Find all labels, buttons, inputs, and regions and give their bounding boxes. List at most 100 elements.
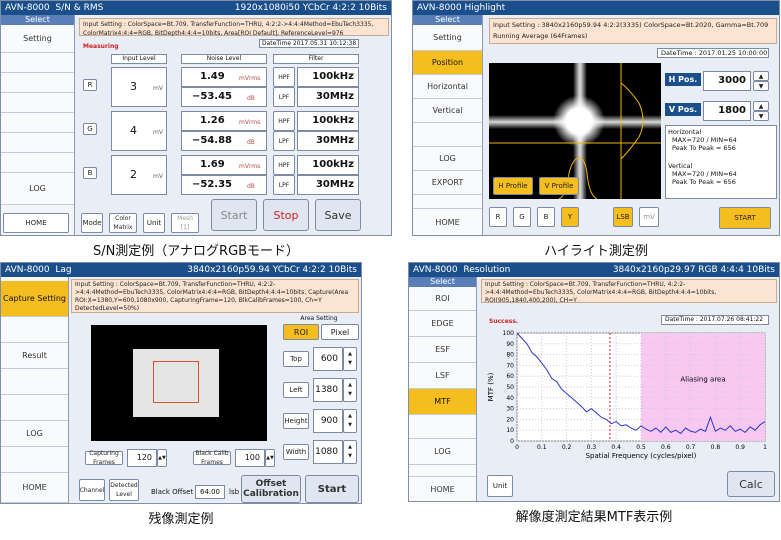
black-calib-frames-field[interactable]: 100: [235, 449, 265, 467]
channel-button[interactable]: Channel: [79, 479, 105, 501]
color-matrix-button[interactable]: Color Matrix: [109, 213, 137, 233]
sidebar-item-capture-setting[interactable]: Capture Setting: [1, 281, 68, 317]
y-tick-label: 40: [506, 395, 514, 402]
lsb-button[interactable]: LSB: [613, 207, 633, 227]
sidebar-item-esf[interactable]: ESF: [409, 337, 476, 363]
mtf-sidebar: Select ROI EDGE ESF LSF MTF LOG HOME: [409, 277, 477, 501]
capturing-frames-stepper[interactable]: ▲▼: [157, 449, 167, 467]
sidebar-item-position[interactable]: Position: [413, 51, 482, 75]
v-pos-field[interactable]: 1800: [703, 101, 751, 121]
detected-level-button[interactable]: Detected Level: [109, 479, 139, 501]
sidebar-item[interactable]: [1, 369, 68, 395]
area-field-value[interactable]: 1380: [313, 378, 343, 402]
save-button[interactable]: Save: [315, 199, 361, 231]
lpf-value[interactable]: 30MHz: [297, 131, 359, 151]
hpf-value[interactable]: 100kHz: [297, 155, 359, 175]
home-button[interactable]: HOME: [3, 213, 69, 233]
sidebar-item-lsf[interactable]: LSF: [409, 363, 476, 389]
input-level-unit: mV: [153, 85, 163, 92]
mode-name: Highlight: [464, 3, 506, 13]
lpf-value[interactable]: 30MHz: [297, 87, 359, 107]
h-pos-up-button[interactable]: ▲: [753, 71, 769, 81]
unit-button[interactable]: Unit: [487, 475, 513, 497]
sidebar-item[interactable]: [1, 395, 68, 421]
sidebar-item-log[interactable]: LOG: [1, 421, 68, 447]
sidebar-item-log[interactable]: LOG: [409, 439, 476, 465]
sidebar-item-home[interactable]: HOME: [409, 477, 476, 501]
sidebar-item[interactable]: [1, 113, 74, 133]
noise-level-header: Noise Level: [181, 54, 267, 64]
sidebar-item[interactable]: [413, 195, 482, 209]
sidebar-item-result[interactable]: Result: [1, 343, 68, 369]
area-field-label: Width: [283, 444, 309, 460]
channel-b-button[interactable]: B: [537, 207, 555, 227]
sidebar-item-log[interactable]: LOG: [1, 173, 74, 205]
sidebar-item-setting[interactable]: Setting: [1, 25, 74, 53]
start-button[interactable]: START: [719, 207, 771, 229]
sidebar-item[interactable]: [1, 93, 74, 113]
roi-tab[interactable]: ROI: [283, 324, 319, 340]
sidebar-item[interactable]: [1, 73, 74, 93]
sidebar-item-vertical[interactable]: Vertical: [413, 99, 482, 123]
sidebar-item[interactable]: [1, 317, 68, 343]
sidebar-item[interactable]: [1, 133, 74, 153]
calc-button[interactable]: Calc: [727, 471, 775, 497]
aliasing-area-label: Aliasing area: [680, 376, 725, 384]
area-field-value[interactable]: 600: [313, 347, 343, 371]
sidebar-item-log[interactable]: LOG: [413, 147, 482, 171]
sidebar-item-horizontal[interactable]: Horizontal: [413, 75, 482, 99]
offset-calibration-button[interactable]: Offset Calibration: [241, 475, 301, 503]
input-setting-info: Input Setting : 3840x2160p59.94 4:2:2(33…: [489, 18, 777, 44]
v-profile-button[interactable]: V Profile: [539, 177, 579, 195]
sidebar-item[interactable]: [409, 465, 476, 477]
hpf-value[interactable]: 100kHz: [297, 111, 359, 131]
sidebar-item-edge[interactable]: EDGE: [409, 311, 476, 337]
x-tick-label: 0.1: [537, 444, 547, 451]
sidebar-item[interactable]: [409, 415, 476, 439]
roi-area: [133, 349, 219, 417]
sidebar-item[interactable]: [413, 123, 482, 147]
area-field-stepper[interactable]: ▲ ▼: [343, 409, 357, 433]
area-field-value[interactable]: 900: [313, 409, 343, 433]
black-offset-field[interactable]: 64.00: [195, 485, 225, 499]
mode-button[interactable]: Mode: [81, 213, 103, 233]
lag-panel: AVN-8000 Lag 3840x2160p59.94 YCbCr 4:2:2 …: [0, 262, 362, 504]
pixel-tab[interactable]: Pixel: [321, 324, 359, 340]
mesh-button[interactable]: Mesh [1]: [171, 213, 199, 233]
black-calib-frames-stepper[interactable]: ▲▼: [265, 449, 275, 467]
area-field-stepper[interactable]: ▲ ▼: [343, 347, 357, 371]
x-axis-label: Spatial Frequency (cycles/pixel): [586, 452, 697, 460]
area-field-stepper[interactable]: ▲ ▼: [343, 378, 357, 402]
sidebar-item-export[interactable]: EXPORT: [413, 171, 482, 195]
channel-r-button[interactable]: R: [489, 207, 507, 227]
v-pos-down-button[interactable]: ▼: [753, 111, 769, 121]
area-field-value[interactable]: 1080: [313, 440, 343, 464]
h-pos-down-button[interactable]: ▼: [753, 81, 769, 91]
stop-button[interactable]: Stop: [263, 199, 309, 231]
v-pos-up-button[interactable]: ▲: [753, 101, 769, 111]
mtf-titlebar: AVN-8000 Resolution 3840x2160p29.97 RGB 4…: [409, 263, 779, 277]
sidebar-item[interactable]: [1, 153, 74, 173]
h-profile-button[interactable]: H Profile: [493, 177, 533, 195]
hpf-value[interactable]: 100kHz: [297, 67, 359, 87]
lpf-value[interactable]: 30MHz: [297, 175, 359, 195]
start-button[interactable]: Start: [211, 199, 257, 231]
sidebar-item-roi[interactable]: ROI: [409, 287, 476, 311]
sidebar-item-home[interactable]: HOME: [413, 209, 482, 235]
area-field-stepper[interactable]: ▲ ▼: [343, 440, 357, 464]
select-label: Select: [409, 277, 476, 287]
channel-y-button[interactable]: Y: [561, 207, 579, 227]
mode-name: Lag: [55, 265, 72, 275]
h-pos-field[interactable]: 3000: [703, 71, 751, 91]
mv-button[interactable]: mV: [639, 207, 659, 227]
sidebar-item-setting[interactable]: Setting: [413, 25, 482, 51]
unit-button[interactable]: Unit: [143, 213, 165, 233]
channel-g-button[interactable]: G: [513, 207, 531, 227]
sidebar-item[interactable]: [1, 447, 68, 473]
sidebar-item-mtf[interactable]: MTF: [409, 389, 476, 415]
start-button[interactable]: Start: [305, 475, 359, 503]
sidebar-item[interactable]: [1, 53, 74, 73]
highlight-panel: AVN-8000 Highlight Select Setting Positi…: [412, 0, 780, 236]
capturing-frames-field[interactable]: 120: [127, 449, 157, 467]
sidebar-item-home[interactable]: HOME: [1, 473, 68, 503]
